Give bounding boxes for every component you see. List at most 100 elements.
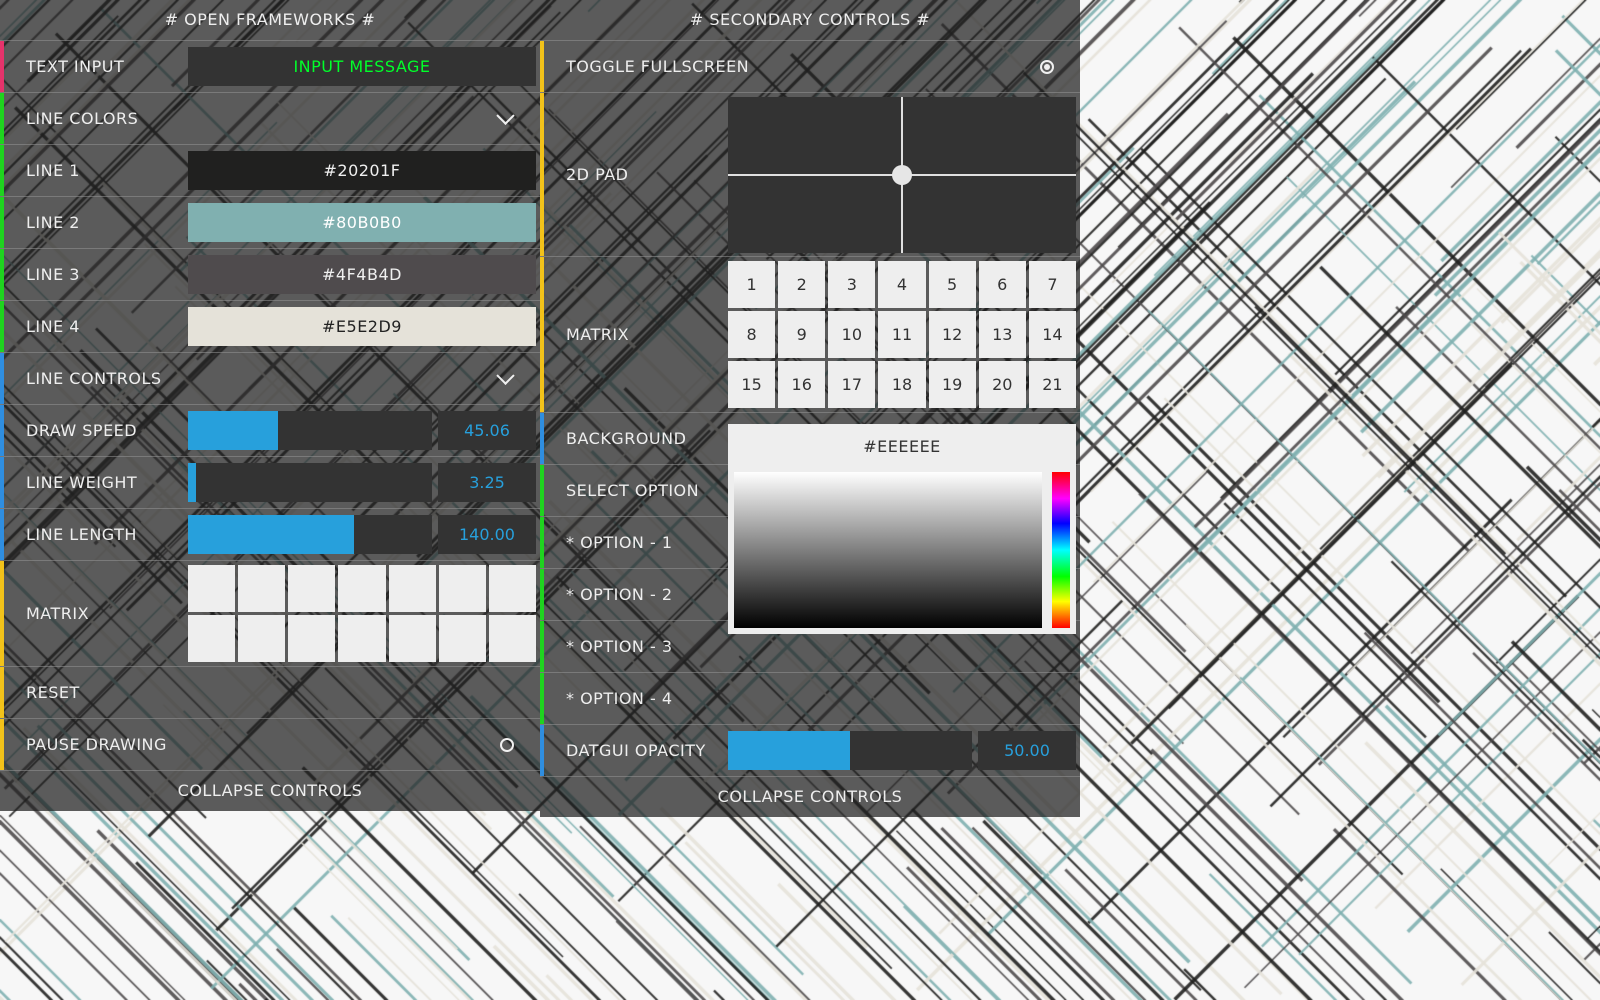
matrix-cell[interactable]: 13 <box>978 311 1026 358</box>
slider-label: LINE WEIGHT <box>26 473 138 492</box>
chevron-down-icon[interactable] <box>496 366 515 385</box>
matrix-cell[interactable]: 4 <box>878 261 926 308</box>
background-label: BACKGROUND <box>566 429 687 448</box>
line-color-row: LINE 2 #80B0B0 <box>0 196 540 248</box>
matrix-cell[interactable] <box>438 615 486 662</box>
folder-label: LINE CONTROLS <box>26 369 162 388</box>
row-stripe <box>0 405 4 456</box>
slider-value[interactable]: 45.06 <box>438 411 536 450</box>
opacity-slider[interactable] <box>728 731 972 770</box>
slider-value[interactable]: 140.00 <box>438 515 536 554</box>
row-stripe <box>540 41 544 92</box>
pause-drawing-toggle[interactable]: PAUSE DRAWING <box>0 718 540 770</box>
matrix-cell[interactable]: 1 <box>728 261 776 308</box>
slider-label: LINE LENGTH <box>26 525 137 544</box>
slider-value[interactable]: 3.25 <box>438 463 536 502</box>
slider-track[interactable] <box>188 515 432 554</box>
opacity-row: DATGUI OPACITY 50.00 <box>540 724 1080 776</box>
matrix-cell[interactable] <box>188 615 236 662</box>
row-stripe <box>540 465 544 516</box>
row-stripe <box>0 719 4 770</box>
row-stripe <box>0 353 4 404</box>
matrix-cell[interactable] <box>238 615 286 662</box>
matrix-cell[interactable]: 12 <box>928 311 976 358</box>
opacity-value[interactable]: 50.00 <box>978 731 1076 770</box>
matrix-label: MATRIX <box>26 604 90 623</box>
matrix-cell[interactable]: 16 <box>778 361 826 408</box>
color-swatch-field[interactable]: #4F4B4D <box>188 255 536 294</box>
row-stripe <box>540 673 544 724</box>
slider-track[interactable] <box>188 411 432 450</box>
slider-fill <box>188 411 279 450</box>
line-color-row: LINE 4 #E5E2D9 <box>0 300 540 352</box>
matrix-cell[interactable]: 9 <box>778 311 826 358</box>
matrix-cell[interactable]: 15 <box>728 361 776 408</box>
matrix-cell[interactable] <box>488 615 536 662</box>
primary-gui-panel: # OPEN FRAMEWORKS # TEXT INPUT INPUT MES… <box>0 0 540 811</box>
picker-saturation-area[interactable] <box>734 472 1042 628</box>
picker-hex-value[interactable]: #EEEEEE <box>728 424 1076 468</box>
row-stripe <box>540 93 544 256</box>
row-stripe <box>0 301 4 352</box>
matrix-cell[interactable]: 10 <box>828 311 876 358</box>
matrix-cell[interactable] <box>388 615 436 662</box>
slider-track[interactable] <box>188 463 432 502</box>
matrix-cell[interactable]: 2 <box>778 261 826 308</box>
option-item[interactable]: * OPTION - 4 <box>540 672 1080 724</box>
row-stripe <box>540 517 544 568</box>
row-stripe <box>540 569 544 620</box>
matrix-cell[interactable]: 21 <box>1028 361 1076 408</box>
matrix-cell[interactable]: 14 <box>1028 311 1076 358</box>
color-swatch-field[interactable]: #20201F <box>188 151 536 190</box>
picker-hue-bar[interactable] <box>1052 472 1070 628</box>
matrix-cell[interactable]: 7 <box>1028 261 1076 308</box>
collapse-controls-button[interactable]: COLLAPSE CONTROLS <box>540 776 1080 817</box>
pad-row: 2D PAD <box>540 92 1080 256</box>
collapse-controls-button[interactable]: COLLAPSE CONTROLS <box>0 770 540 811</box>
line-color-label: LINE 3 <box>26 265 80 284</box>
text-input-field[interactable]: INPUT MESSAGE <box>188 47 536 86</box>
matrix-cell[interactable]: 11 <box>878 311 926 358</box>
color-swatch-field[interactable]: #E5E2D9 <box>188 307 536 346</box>
line-color-row: LINE 3 #4F4B4D <box>0 248 540 300</box>
matrix-cell[interactable]: 18 <box>878 361 926 408</box>
row-stripe <box>540 257 544 412</box>
matrix-cell[interactable] <box>488 565 536 612</box>
matrix-cell[interactable]: 20 <box>978 361 1026 408</box>
matrix-cell[interactable]: 19 <box>928 361 976 408</box>
fullscreen-toggle[interactable]: TOGGLE FULLSCREEN <box>540 40 1080 92</box>
matrix-cell[interactable]: 5 <box>928 261 976 308</box>
matrix-cell[interactable] <box>338 565 386 612</box>
matrix-cell[interactable]: 17 <box>828 361 876 408</box>
matrix-cell[interactable] <box>338 615 386 662</box>
matrix-cell[interactable]: 8 <box>728 311 776 358</box>
color-swatch-field[interactable]: #80B0B0 <box>188 203 536 242</box>
pad-knob[interactable] <box>892 165 912 185</box>
background-color-picker[interactable]: #EEEEEE <box>728 424 1076 634</box>
matrix-cell[interactable] <box>288 565 336 612</box>
opacity-label: DATGUI OPACITY <box>566 741 706 760</box>
matrix-cell[interactable]: 6 <box>978 261 1026 308</box>
2d-pad[interactable] <box>728 97 1076 253</box>
toggle-radio-icon[interactable] <box>500 737 514 752</box>
slider-fill <box>728 731 850 770</box>
line-color-label: LINE 2 <box>26 213 80 232</box>
matrix-cell[interactable] <box>438 565 486 612</box>
matrix-cell[interactable] <box>388 565 436 612</box>
slider-row: LINE LENGTH 140.00 <box>0 508 540 560</box>
line-color-label: LINE 1 <box>26 161 80 180</box>
option-label: * OPTION - 4 <box>566 689 673 708</box>
line-colors-folder[interactable]: LINE COLORS <box>0 92 540 144</box>
reset-button[interactable]: RESET <box>0 666 540 718</box>
row-stripe <box>0 93 4 144</box>
matrix-label: MATRIX <box>566 325 630 344</box>
matrix-cell[interactable] <box>188 565 236 612</box>
toggle-radio-icon[interactable] <box>1040 59 1054 74</box>
matrix-cell[interactable] <box>238 565 286 612</box>
slider-fill <box>188 515 354 554</box>
matrix-cell[interactable]: 3 <box>828 261 876 308</box>
matrix-cell[interactable] <box>288 615 336 662</box>
chevron-down-icon[interactable] <box>496 106 515 125</box>
folder-label: LINE COLORS <box>26 109 139 128</box>
line-controls-folder[interactable]: LINE CONTROLS <box>0 352 540 404</box>
